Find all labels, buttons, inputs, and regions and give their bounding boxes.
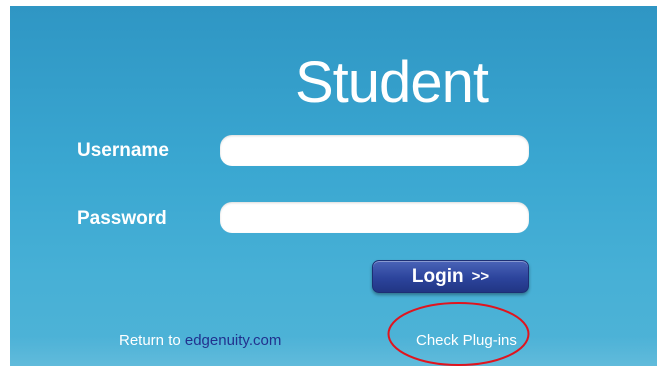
- login-button-label: Login: [411, 265, 464, 287]
- return-prefix-text: Return to: [119, 332, 185, 349]
- edgenuity-link[interactable]: edgenuity.com: [185, 332, 281, 349]
- login-button[interactable]: Login >>: [372, 260, 529, 293]
- password-field[interactable]: [220, 202, 529, 233]
- double-chevron-right-icon: >>: [471, 268, 490, 285]
- login-panel: Student Username Password Login >> Retur…: [10, 6, 657, 366]
- page-title: Student: [295, 50, 489, 115]
- username-field[interactable]: [220, 135, 529, 166]
- check-plugins-link[interactable]: Check Plug-ins: [416, 332, 517, 349]
- password-label: Password: [77, 208, 167, 229]
- username-label: Username: [77, 140, 169, 161]
- return-to-site: Return to edgenuity.com: [119, 332, 281, 349]
